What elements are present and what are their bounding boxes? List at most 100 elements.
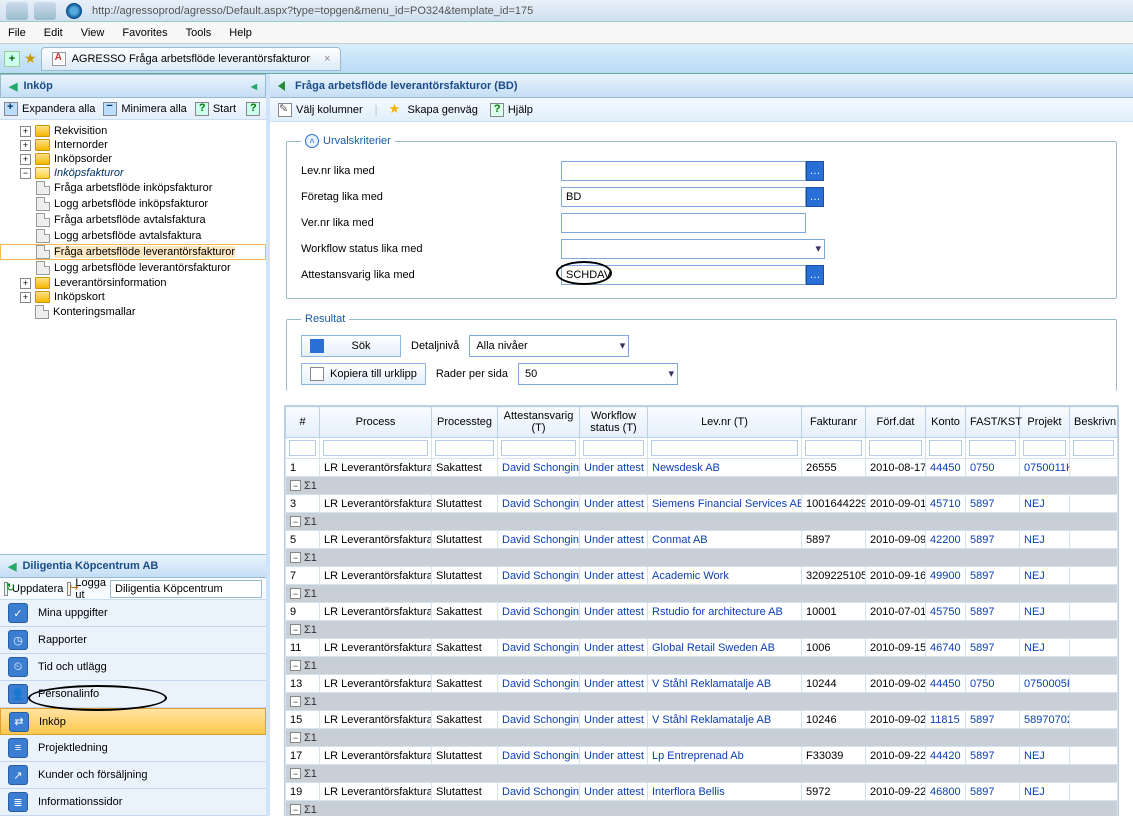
logout-button[interactable]: Logga ut [75, 577, 106, 601]
filter-input[interactable] [289, 440, 316, 456]
tree-folder[interactable]: −Inköpsfakturor [0, 166, 266, 180]
company-field[interactable] [110, 580, 262, 598]
collapse-row-icon[interactable]: − [290, 660, 301, 671]
nav-item[interactable]: ◷Rapporter [0, 627, 266, 654]
table-row[interactable]: 17LR LeverantörsfakturaSlutattestDavid S… [286, 747, 1118, 765]
fk-link[interactable]: 5897 [970, 750, 994, 762]
pj-link[interactable]: NEJ [1024, 570, 1045, 582]
pj-link[interactable]: 0750005K [1024, 678, 1070, 690]
tree-item[interactable]: Logg arbetsflöde leverantörsfakturor [0, 260, 266, 276]
att-link[interactable]: David Schongin [502, 678, 579, 690]
copy-clipboard-button[interactable]: Kopiera till urklipp [301, 363, 426, 385]
fk-link[interactable]: 5897 [970, 498, 994, 510]
tree-folder[interactable]: +Leverantörsinformation [0, 276, 266, 290]
lev-link[interactable]: Conmat AB [652, 534, 708, 546]
table-row[interactable]: 15LR LeverantörsfakturaSakattestDavid Sc… [286, 711, 1118, 729]
toggle-icon[interactable]: + [20, 278, 31, 289]
konto-link[interactable]: 49900 [930, 570, 961, 582]
lev-link[interactable]: V Ståhl Reklamatalje AB [652, 678, 771, 690]
help-icon[interactable] [246, 102, 260, 116]
nav-item[interactable]: ↗Kunder och försäljning [0, 762, 266, 789]
pj-link[interactable]: NEJ [1024, 606, 1045, 618]
lev-link[interactable]: Interflora Bellis [652, 786, 725, 798]
att-link[interactable]: David Schongin [502, 642, 579, 654]
menu-favorites[interactable]: Favorites [122, 27, 167, 39]
att-link[interactable]: David Schongin [502, 462, 579, 474]
nav-item[interactable]: ⏲Tid och utlägg [0, 654, 266, 681]
browser-tab[interactable]: AGRESSO Fråga arbetsflöde leverantörsfak… [41, 47, 342, 71]
konto-link[interactable]: 46800 [930, 786, 961, 798]
collapse-row-icon[interactable]: − [290, 516, 301, 527]
nav-back-button[interactable] [6, 2, 28, 20]
att-link[interactable]: David Schongin [502, 498, 579, 510]
column-header[interactable]: Lev.nr (T) [648, 407, 802, 438]
create-shortcut-button[interactable]: Skapa genväg [390, 103, 478, 117]
collapse-row-icon[interactable]: − [290, 804, 301, 815]
toggle-icon[interactable]: + [20, 292, 31, 303]
choose-columns-button[interactable]: Välj kolumner [278, 103, 363, 117]
column-header[interactable]: Projekt [1020, 407, 1070, 438]
konto-link[interactable]: 46740 [930, 642, 961, 654]
tree-folder[interactable]: +Internorder [0, 138, 266, 152]
column-header[interactable]: # [286, 407, 320, 438]
fk-link[interactable]: 0750 [970, 678, 994, 690]
fk-link[interactable]: 5897 [970, 786, 994, 798]
tree-item[interactable]: Logg arbetsflöde inköpsfakturor [0, 196, 266, 212]
criteria-input[interactable]: SCHDAV [561, 265, 806, 285]
att-link[interactable]: David Schongin [502, 570, 579, 582]
tree-item[interactable]: Konteringsmallar [0, 304, 266, 320]
menu-edit[interactable]: Edit [44, 27, 63, 39]
att-link[interactable]: David Schongin [502, 714, 579, 726]
table-row[interactable]: 1LR LeverantörsfakturaSakattestDavid Sch… [286, 459, 1118, 477]
tree-item[interactable]: Fråga arbetsflöde inköpsfakturor [0, 180, 266, 196]
filter-input[interactable] [323, 440, 428, 456]
konto-link[interactable]: 44450 [930, 678, 961, 690]
table-row[interactable]: 19LR LeverantörsfakturaSlutattestDavid S… [286, 783, 1118, 801]
lev-link[interactable]: Rstudio for architecture AB [652, 606, 783, 618]
table-row[interactable]: 11LR LeverantörsfakturaSakattestDavid Sc… [286, 639, 1118, 657]
lev-link[interactable]: Lp Entreprenad Ab [652, 750, 744, 762]
lev-link[interactable]: V Ståhl Reklamatalje AB [652, 714, 771, 726]
wf-link[interactable]: Under attest [584, 462, 644, 474]
lookup-button[interactable]: … [806, 161, 824, 181]
nav-item[interactable]: ✓Mina uppgifter [0, 600, 266, 627]
tree-folder[interactable]: +Rekvisition [0, 124, 266, 138]
pj-link[interactable]: 58970702 [1024, 714, 1070, 726]
collapse-criteria-icon[interactable]: ˄ [305, 134, 319, 148]
att-link[interactable]: David Schongin [502, 750, 579, 762]
nav-item[interactable]: ≣Informationssidor [0, 789, 266, 816]
fk-link[interactable]: 5897 [970, 714, 994, 726]
table-row[interactable]: 3LR LeverantörsfakturaSlutattestDavid Sc… [286, 495, 1118, 513]
column-header[interactable]: Beskrivn [1070, 407, 1118, 438]
menu-help[interactable]: Help [229, 27, 252, 39]
filter-input[interactable] [969, 440, 1016, 456]
pj-link[interactable]: NEJ [1024, 786, 1045, 798]
collapse-row-icon[interactable]: − [290, 624, 301, 635]
att-link[interactable]: David Schongin [502, 534, 579, 546]
filter-input[interactable] [583, 440, 644, 456]
lev-link[interactable]: Siemens Financial Services AB [652, 498, 802, 510]
att-link[interactable]: David Schongin [502, 786, 579, 798]
konto-link[interactable]: 11815 [930, 714, 960, 726]
tree-folder[interactable]: +Inköpskort [0, 290, 266, 304]
fk-link[interactable]: 5897 [970, 534, 994, 546]
expand-arrow-icon[interactable]: ◀ [8, 560, 16, 573]
menu-file[interactable]: File [8, 27, 26, 39]
wf-link[interactable]: Under attest [584, 606, 644, 618]
fk-link[interactable]: 5897 [970, 642, 994, 654]
menu-view[interactable]: View [81, 27, 105, 39]
table-row[interactable]: 9LR LeverantörsfakturaSakattestDavid Sch… [286, 603, 1118, 621]
column-header[interactable]: FAST/KST [966, 407, 1020, 438]
menu-tools[interactable]: Tools [186, 27, 212, 39]
collapse-row-icon[interactable]: − [290, 696, 301, 707]
toggle-icon[interactable]: + [20, 154, 31, 165]
lev-link[interactable]: Academic Work [652, 570, 729, 582]
column-header[interactable]: Processteg [432, 407, 498, 438]
collapse-all-button[interactable]: Minimera alla [103, 102, 186, 116]
wf-link[interactable]: Under attest [584, 786, 644, 798]
start-button[interactable]: Start [195, 102, 236, 116]
url-bar[interactable]: http://agressoprod/agresso/Default.aspx?… [92, 5, 533, 17]
konto-link[interactable]: 45750 [930, 606, 961, 618]
pj-link[interactable]: NEJ [1024, 498, 1045, 510]
toggle-icon[interactable]: − [20, 168, 31, 179]
